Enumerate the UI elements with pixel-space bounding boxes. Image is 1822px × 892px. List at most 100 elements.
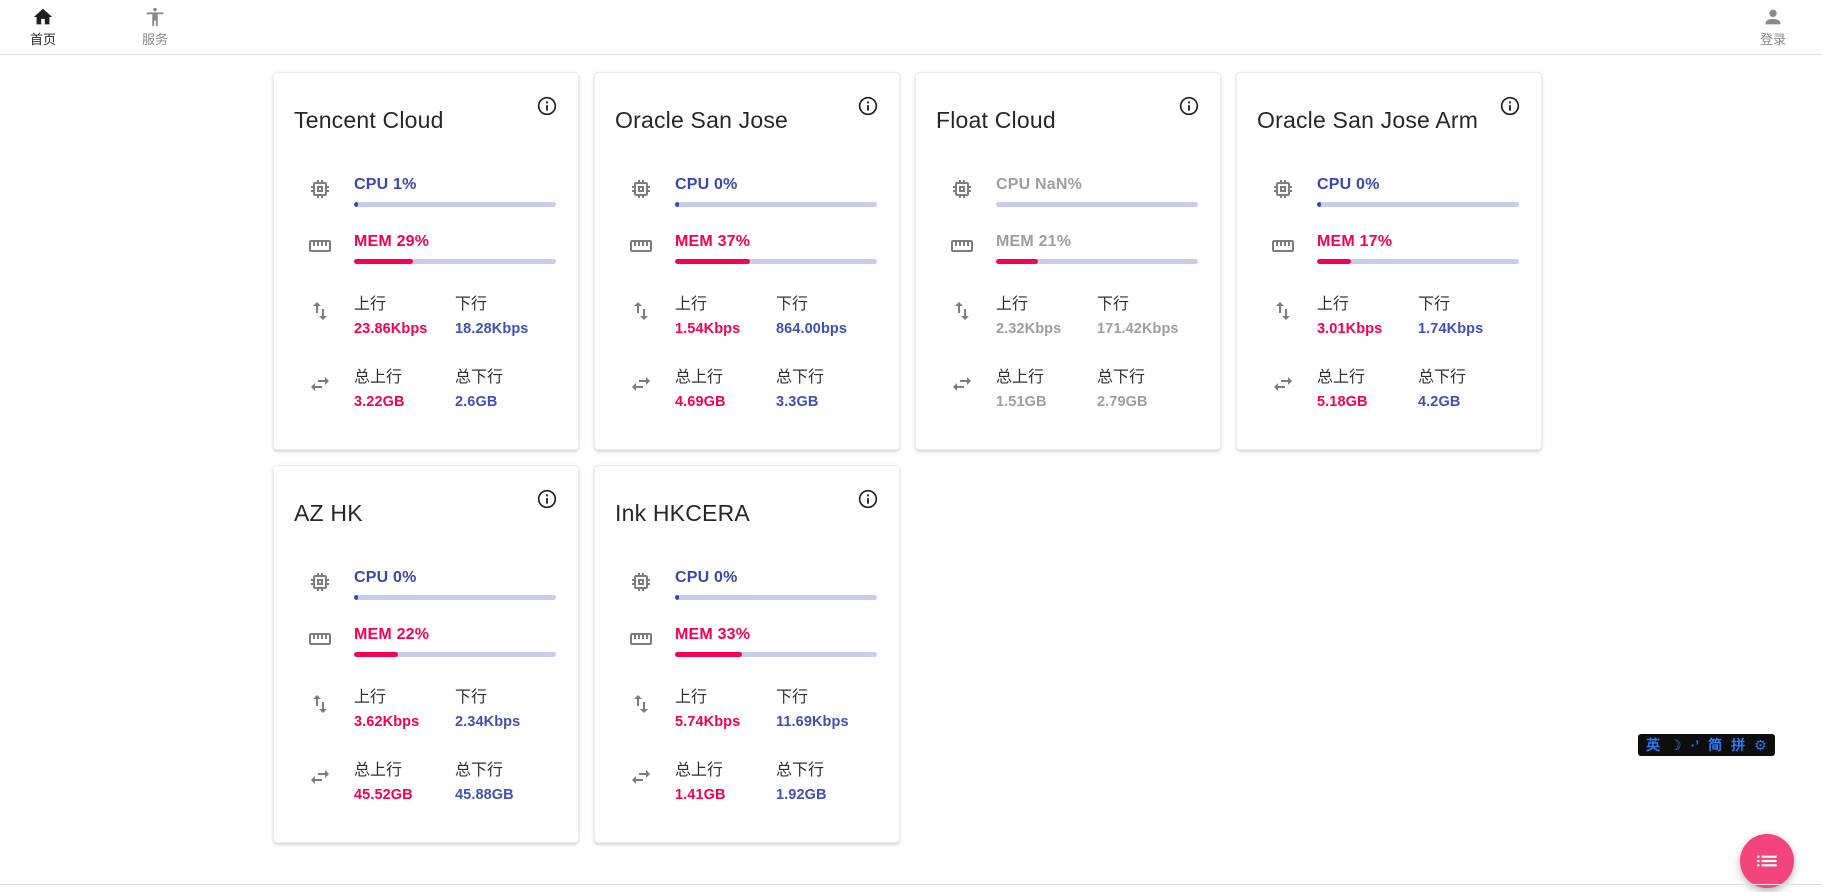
mem-progress-bar	[354, 259, 556, 264]
nav-item-services[interactable]: 服务	[142, 6, 168, 48]
cpu-usage-text: CPU 0%	[354, 569, 556, 587]
traffic-total-row: 总上行 1.51GB 总下行 2.79GB	[950, 363, 1198, 410]
info-button[interactable]	[1178, 95, 1200, 117]
cpu-chip-icon	[308, 177, 354, 206]
info-icon	[536, 95, 558, 117]
nav-left-group: 首页 服务	[30, 6, 168, 48]
download-rate-value: 1.74Kbps	[1418, 321, 1519, 337]
cpu-progress-bar	[1317, 202, 1519, 207]
nav-item-login[interactable]: 登录	[1760, 6, 1786, 48]
cpu-chip-icon	[629, 570, 675, 599]
cpu-chip-icon	[308, 570, 354, 599]
total-download-label: 总下行	[776, 756, 877, 780]
traffic-total-row: 总上行 1.41GB 总下行 1.92GB	[629, 756, 877, 803]
mem-usage-text: MEM 37%	[675, 233, 877, 251]
accessibility-icon	[144, 6, 166, 28]
mem-usage-text: MEM 33%	[675, 626, 877, 644]
download-rate-label: 下行	[776, 683, 877, 707]
download-rate-value: 11.69Kbps	[776, 714, 877, 730]
total-download-value: 2.79GB	[1097, 394, 1198, 410]
swap-arrows-icon	[950, 372, 996, 401]
traffic-rate-row: 上行 3.62Kbps 下行 2.34Kbps	[308, 683, 556, 730]
ime-settings-icon[interactable]: ⚙	[1754, 738, 1767, 752]
ime-simplified-toggle[interactable]: 简	[1708, 738, 1722, 752]
traffic-rate-row: 上行 2.32Kbps 下行 171.42Kbps	[950, 290, 1198, 337]
card-header: Tencent Cloud	[294, 93, 558, 134]
cpu-usage-text: CPU 0%	[675, 569, 877, 587]
info-button[interactable]	[536, 488, 558, 510]
swap-arrows-icon	[308, 372, 354, 401]
total-upload-value: 5.18GB	[1317, 394, 1418, 410]
upload-rate-value: 3.62Kbps	[354, 714, 455, 730]
server-card-ink-hkcera: Ink HKCERA CPU 0% MEM 33%	[594, 465, 900, 843]
upload-rate-label: 上行	[354, 290, 455, 314]
mem-row: MEM 33%	[629, 626, 877, 657]
server-stats: CPU 0% MEM 37% 上行	[615, 176, 879, 410]
server-list-fab[interactable]	[1740, 834, 1794, 888]
ruler-icon	[950, 234, 996, 263]
ime-punctuation-toggle[interactable]: ·’	[1691, 738, 1700, 752]
download-rate-value: 2.34Kbps	[455, 714, 556, 730]
server-stats: CPU 0% MEM 17% 上行	[1257, 176, 1521, 410]
server-card-oracle-san-jose: Oracle San Jose CPU 0% MEM 3	[594, 72, 900, 450]
cpu-row: CPU 1%	[308, 176, 556, 207]
info-icon	[536, 488, 558, 510]
info-icon	[857, 488, 879, 510]
swap-arrows-icon	[308, 765, 354, 794]
info-button[interactable]	[857, 95, 879, 117]
info-button[interactable]	[1499, 95, 1521, 117]
footer-divider	[0, 884, 1822, 885]
mem-progress-bar	[1317, 259, 1519, 264]
traffic-total-row: 总上行 4.69GB 总下行 3.3GB	[629, 363, 877, 410]
server-name: Float Cloud	[936, 107, 1056, 134]
card-header: Float Cloud	[936, 93, 1200, 134]
ime-pinyin-toggle[interactable]: 拼	[1731, 738, 1745, 752]
info-icon	[857, 95, 879, 117]
info-button[interactable]	[857, 488, 879, 510]
total-download-value: 4.2GB	[1418, 394, 1519, 410]
ime-moon-icon[interactable]: ☽	[1669, 738, 1682, 752]
mem-row: MEM 37%	[629, 233, 877, 264]
info-button[interactable]	[536, 95, 558, 117]
cpu-row: CPU NaN%	[950, 176, 1198, 207]
mem-usage-text: MEM 29%	[354, 233, 556, 251]
download-rate-label: 下行	[776, 290, 877, 314]
server-stats: CPU 1% MEM 29% 上行	[294, 176, 558, 410]
download-rate-label: 下行	[1097, 290, 1198, 314]
mem-row: MEM 21%	[950, 233, 1198, 264]
nav-item-label: 首页	[30, 29, 56, 48]
ime-lang-toggle[interactable]: 英	[1646, 738, 1660, 752]
list-icon	[1754, 848, 1780, 874]
card-header: AZ HK	[294, 486, 558, 527]
ime-status-bar: 英 ☽ ·’ 简拼 ⚙	[1638, 734, 1775, 756]
cpu-chip-icon	[1271, 177, 1317, 206]
download-rate-label: 下行	[1418, 290, 1519, 314]
nav-item-home[interactable]: 首页	[30, 6, 56, 48]
up-down-arrows-icon	[308, 692, 354, 721]
ruler-icon	[308, 627, 354, 656]
total-download-label: 总下行	[1097, 363, 1198, 387]
up-down-arrows-icon	[629, 299, 675, 328]
card-header: Ink HKCERA	[615, 486, 879, 527]
person-icon	[1762, 6, 1784, 28]
cpu-usage-text: CPU NaN%	[996, 176, 1198, 194]
download-rate-value: 171.42Kbps	[1097, 321, 1198, 337]
server-cards-grid: Tencent Cloud CPU 1% MEM 29%	[273, 72, 1543, 843]
cpu-usage-text: CPU 1%	[354, 176, 556, 194]
upload-rate-value: 23.86Kbps	[354, 321, 455, 337]
total-download-label: 总下行	[455, 363, 556, 387]
traffic-total-row: 总上行 45.52GB 总下行 45.88GB	[308, 756, 556, 803]
server-stats: CPU 0% MEM 33% 上行	[615, 569, 879, 803]
ruler-icon	[1271, 234, 1317, 263]
total-upload-value: 3.22GB	[354, 394, 455, 410]
total-download-value: 1.92GB	[776, 787, 877, 803]
cpu-chip-icon	[629, 177, 675, 206]
download-rate-value: 18.28Kbps	[455, 321, 556, 337]
total-upload-label: 总上行	[1317, 363, 1418, 387]
up-down-arrows-icon	[308, 299, 354, 328]
total-download-value: 2.6GB	[455, 394, 556, 410]
cpu-row: CPU 0%	[629, 176, 877, 207]
top-nav: 首页 服务 登录	[0, 0, 1822, 55]
server-stats: CPU 0% MEM 22% 上行	[294, 569, 558, 803]
traffic-rate-row: 上行 1.54Kbps 下行 864.00bps	[629, 290, 877, 337]
